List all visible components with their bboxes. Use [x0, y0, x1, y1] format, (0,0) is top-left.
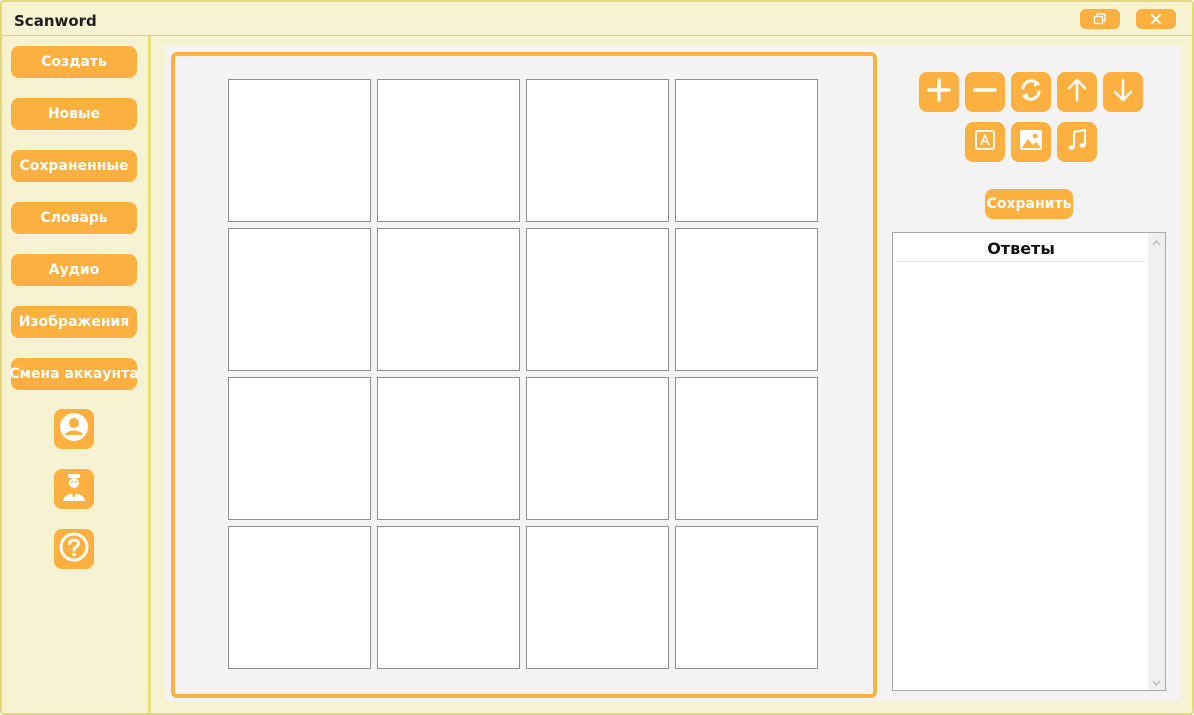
scanword-board: [171, 52, 877, 698]
grid-cell[interactable]: [675, 79, 818, 222]
close-icon: [1150, 13, 1162, 25]
teacher-icon: [59, 471, 89, 508]
arrow-up-icon: [1064, 77, 1090, 108]
grid-cell[interactable]: [675, 526, 818, 669]
grid-cell[interactable]: [526, 79, 669, 222]
grid-cell[interactable]: [228, 79, 371, 222]
grid-cell[interactable]: [526, 377, 669, 520]
minus-icon: [972, 77, 998, 108]
answers-list[interactable]: Ответы: [892, 232, 1166, 691]
create-button[interactable]: Создать: [11, 46, 137, 78]
grid-cell[interactable]: [526, 228, 669, 371]
saved-button[interactable]: Сохраненные: [11, 150, 137, 182]
add-audio-button[interactable]: [1057, 122, 1097, 162]
grid-cell[interactable]: [675, 228, 818, 371]
new-button[interactable]: Новые: [11, 98, 137, 130]
music-icon: [1065, 127, 1089, 158]
dictionary-button[interactable]: Словарь: [11, 202, 137, 234]
grid-cell[interactable]: [526, 526, 669, 669]
sidebar-divider: [148, 36, 151, 713]
image-icon: [1018, 128, 1044, 157]
save-button[interactable]: Сохранить: [985, 189, 1073, 219]
restore-icon: [1093, 13, 1107, 25]
grid-cell[interactable]: [228, 377, 371, 520]
close-button[interactable]: [1136, 9, 1176, 29]
teacher-button[interactable]: [54, 469, 94, 509]
add-image-button[interactable]: [1011, 122, 1051, 162]
switch-account-button[interactable]: Смена аккаунта: [9, 358, 139, 390]
title-divider: [2, 35, 1192, 36]
answers-scrollbar[interactable]: [1148, 233, 1165, 690]
text-icon: [973, 128, 997, 157]
help-icon: [58, 531, 90, 568]
arrow-down-icon: [1110, 77, 1136, 108]
add-button[interactable]: [919, 72, 959, 112]
add-text-button[interactable]: [965, 122, 1005, 162]
refresh-button[interactable]: [1011, 72, 1051, 112]
help-button[interactable]: [54, 529, 94, 569]
grid-cell[interactable]: [377, 526, 520, 669]
grid-cell[interactable]: [377, 79, 520, 222]
remove-button[interactable]: [965, 72, 1005, 112]
refresh-icon: [1017, 76, 1045, 109]
window-title: Scanword: [14, 12, 97, 30]
profile-button[interactable]: [54, 409, 94, 449]
plus-icon: [926, 77, 952, 108]
grid-cell[interactable]: [377, 377, 520, 520]
grid-cell[interactable]: [377, 228, 520, 371]
grid-cell[interactable]: [228, 228, 371, 371]
sidebar: Создать Новые Сохраненные Словарь Аудио …: [2, 36, 148, 713]
grid-cell[interactable]: [228, 526, 371, 669]
move-up-button[interactable]: [1057, 72, 1097, 112]
user-icon: [58, 411, 90, 448]
restore-button[interactable]: [1080, 9, 1120, 29]
answers-header: Ответы: [897, 235, 1145, 262]
chevron-up-icon: [1152, 233, 1161, 251]
move-down-button[interactable]: [1103, 72, 1143, 112]
audio-button[interactable]: Аудио: [11, 254, 137, 286]
grid-cell[interactable]: [675, 377, 818, 520]
images-button[interactable]: Изображения: [11, 306, 137, 338]
title-bar: Scanword: [2, 2, 1192, 36]
scroll-up-arrow[interactable]: [1148, 233, 1165, 250]
chevron-down-icon: [1152, 673, 1161, 691]
scroll-down-arrow[interactable]: [1148, 673, 1165, 690]
